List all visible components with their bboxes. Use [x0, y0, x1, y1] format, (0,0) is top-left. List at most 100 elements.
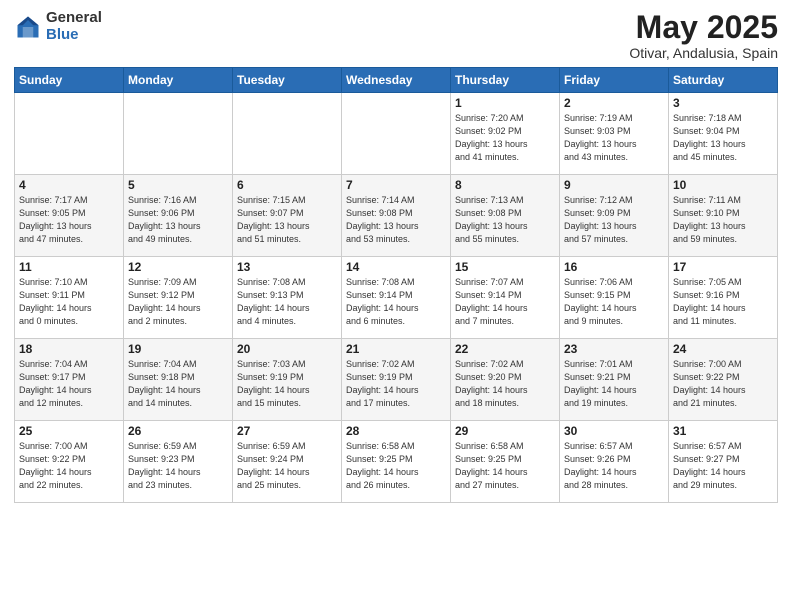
logo-general: General: [46, 10, 102, 27]
calendar-cell: 4Sunrise: 7:17 AM Sunset: 9:05 PM Daylig…: [15, 175, 124, 257]
calendar-cell: [124, 93, 233, 175]
day-number: 28: [346, 424, 446, 438]
day-info: Sunrise: 6:59 AM Sunset: 9:24 PM Dayligh…: [237, 440, 337, 492]
calendar-cell: 11 Sunrise: 7:10 AM Sunset: 9:11 PM Dayli…: [15, 257, 124, 339]
calendar-cell: 12 Sunrise: 7:09 AM Sunset: 9:12 PM Dayli…: [124, 257, 233, 339]
day-info: Sunrise: 7:14 AM Sunset: 9:08 PM Dayligh…: [346, 194, 446, 246]
calendar-cell: 10 Sunrise: 7:11 AM Sunset: 9:10 PM Dayli…: [669, 175, 778, 257]
day-number: 1: [455, 96, 555, 110]
title-month: May 2025: [629, 10, 778, 45]
col-tuesday: Tuesday: [233, 68, 342, 93]
day-number: 23: [564, 342, 664, 356]
day-number: 15: [455, 260, 555, 274]
day-info: Sunrise: 7:10 AM Sunset: 9:11 PM Dayligh…: [19, 276, 119, 328]
calendar-cell: 30 Sunrise: 6:57 AM Sunset: 9:26 PM Dayli…: [560, 421, 669, 503]
day-number: 21: [346, 342, 446, 356]
col-monday: Monday: [124, 68, 233, 93]
day-number: 17: [673, 260, 773, 274]
day-number: 7: [346, 178, 446, 192]
logo-blue: Blue: [46, 27, 102, 44]
calendar-cell: 1Sunrise: 7:20 AM Sunset: 9:02 PM Daylig…: [451, 93, 560, 175]
day-info: Sunrise: 7:06 AM Sunset: 9:15 PM Dayligh…: [564, 276, 664, 328]
day-info: Sunrise: 7:08 AM Sunset: 9:14 PM Dayligh…: [346, 276, 446, 328]
col-wednesday: Wednesday: [342, 68, 451, 93]
day-number: 27: [237, 424, 337, 438]
title-block: May 2025 Otivar, Andalusia, Spain: [629, 10, 778, 61]
day-number: 19: [128, 342, 228, 356]
day-number: 14: [346, 260, 446, 274]
day-info: Sunrise: 7:07 AM Sunset: 9:14 PM Dayligh…: [455, 276, 555, 328]
day-number: 30: [564, 424, 664, 438]
calendar-cell: 27 Sunrise: 6:59 AM Sunset: 9:24 PM Dayli…: [233, 421, 342, 503]
calendar-cell: 22 Sunrise: 7:02 AM Sunset: 9:20 PM Dayli…: [451, 339, 560, 421]
day-info: Sunrise: 7:01 AM Sunset: 9:21 PM Dayligh…: [564, 358, 664, 410]
day-number: 31: [673, 424, 773, 438]
calendar-cell: 5Sunrise: 7:16 AM Sunset: 9:06 PM Daylig…: [124, 175, 233, 257]
calendar-cell: 15 Sunrise: 7:07 AM Sunset: 9:14 PM Dayli…: [451, 257, 560, 339]
day-info: Sunrise: 7:13 AM Sunset: 9:08 PM Dayligh…: [455, 194, 555, 246]
calendar-cell: 21Sunrise: 7:02 AM Sunset: 9:19 PM Dayli…: [342, 339, 451, 421]
calendar-cell: 13 Sunrise: 7:08 AM Sunset: 9:13 PM Dayli…: [233, 257, 342, 339]
day-info: Sunrise: 7:00 AM Sunset: 9:22 PM Dayligh…: [19, 440, 119, 492]
calendar-cell: 26 Sunrise: 6:59 AM Sunset: 9:23 PM Dayli…: [124, 421, 233, 503]
day-info: Sunrise: 6:58 AM Sunset: 9:25 PM Dayligh…: [455, 440, 555, 492]
day-number: 26: [128, 424, 228, 438]
calendar-cell: 16 Sunrise: 7:06 AM Sunset: 9:15 PM Dayli…: [560, 257, 669, 339]
day-info: Sunrise: 7:09 AM Sunset: 9:12 PM Dayligh…: [128, 276, 228, 328]
day-number: 10: [673, 178, 773, 192]
calendar-cell: 31 Sunrise: 6:57 AM Sunset: 9:27 PM Dayli…: [669, 421, 778, 503]
calendar-cell: 3Sunrise: 7:18 AM Sunset: 9:04 PM Daylig…: [669, 93, 778, 175]
day-number: 22: [455, 342, 555, 356]
day-number: 8: [455, 178, 555, 192]
calendar-cell: 6Sunrise: 7:15 AM Sunset: 9:07 PM Daylig…: [233, 175, 342, 257]
calendar-week-2: 4Sunrise: 7:17 AM Sunset: 9:05 PM Daylig…: [15, 175, 778, 257]
day-number: 11: [19, 260, 119, 274]
day-number: 2: [564, 96, 664, 110]
calendar-cell: 29Sunrise: 6:58 AM Sunset: 9:25 PM Dayli…: [451, 421, 560, 503]
day-number: 12: [128, 260, 228, 274]
calendar-week-4: 18Sunrise: 7:04 AM Sunset: 9:17 PM Dayli…: [15, 339, 778, 421]
calendar-week-3: 11 Sunrise: 7:10 AM Sunset: 9:11 PM Dayli…: [15, 257, 778, 339]
day-info: Sunrise: 7:12 AM Sunset: 9:09 PM Dayligh…: [564, 194, 664, 246]
calendar-cell: 17 Sunrise: 7:05 AM Sunset: 9:16 PM Dayli…: [669, 257, 778, 339]
calendar-cell: 8 Sunrise: 7:13 AM Sunset: 9:08 PM Daylig…: [451, 175, 560, 257]
day-number: 13: [237, 260, 337, 274]
day-info: Sunrise: 6:59 AM Sunset: 9:23 PM Dayligh…: [128, 440, 228, 492]
day-number: 25: [19, 424, 119, 438]
day-info: Sunrise: 7:05 AM Sunset: 9:16 PM Dayligh…: [673, 276, 773, 328]
calendar-cell: 18Sunrise: 7:04 AM Sunset: 9:17 PM Dayli…: [15, 339, 124, 421]
calendar-cell: 7 Sunrise: 7:14 AM Sunset: 9:08 PM Daylig…: [342, 175, 451, 257]
col-sunday: Sunday: [15, 68, 124, 93]
day-number: 5: [128, 178, 228, 192]
col-saturday: Saturday: [669, 68, 778, 93]
day-info: Sunrise: 7:19 AM Sunset: 9:03 PM Dayligh…: [564, 112, 664, 164]
calendar-cell: [233, 93, 342, 175]
day-number: 6: [237, 178, 337, 192]
day-number: 9: [564, 178, 664, 192]
day-number: 20: [237, 342, 337, 356]
day-number: 24: [673, 342, 773, 356]
calendar-cell: 14 Sunrise: 7:08 AM Sunset: 9:14 PM Dayli…: [342, 257, 451, 339]
day-info: Sunrise: 7:17 AM Sunset: 9:05 PM Dayligh…: [19, 194, 119, 246]
calendar-week-1: 1Sunrise: 7:20 AM Sunset: 9:02 PM Daylig…: [15, 93, 778, 175]
title-location: Otivar, Andalusia, Spain: [629, 45, 778, 61]
day-info: Sunrise: 7:02 AM Sunset: 9:20 PM Dayligh…: [455, 358, 555, 410]
day-info: Sunrise: 6:57 AM Sunset: 9:26 PM Dayligh…: [564, 440, 664, 492]
calendar-cell: 9 Sunrise: 7:12 AM Sunset: 9:09 PM Daylig…: [560, 175, 669, 257]
calendar-cell: 19Sunrise: 7:04 AM Sunset: 9:18 PM Dayli…: [124, 339, 233, 421]
header-row: Sunday Monday Tuesday Wednesday Thursday…: [15, 68, 778, 93]
calendar-cell: [342, 93, 451, 175]
day-info: Sunrise: 6:57 AM Sunset: 9:27 PM Dayligh…: [673, 440, 773, 492]
header: General Blue May 2025 Otivar, Andalusia,…: [14, 10, 778, 61]
day-info: Sunrise: 7:08 AM Sunset: 9:13 PM Dayligh…: [237, 276, 337, 328]
day-info: Sunrise: 7:04 AM Sunset: 9:17 PM Dayligh…: [19, 358, 119, 410]
calendar-table: Sunday Monday Tuesday Wednesday Thursday…: [14, 67, 778, 503]
calendar-cell: [15, 93, 124, 175]
calendar-week-5: 25 Sunrise: 7:00 AM Sunset: 9:22 PM Dayli…: [15, 421, 778, 503]
col-thursday: Thursday: [451, 68, 560, 93]
day-info: Sunrise: 7:00 AM Sunset: 9:22 PM Dayligh…: [673, 358, 773, 410]
page: General Blue May 2025 Otivar, Andalusia,…: [0, 0, 792, 612]
day-number: 16: [564, 260, 664, 274]
col-friday: Friday: [560, 68, 669, 93]
day-info: Sunrise: 7:11 AM Sunset: 9:10 PM Dayligh…: [673, 194, 773, 246]
